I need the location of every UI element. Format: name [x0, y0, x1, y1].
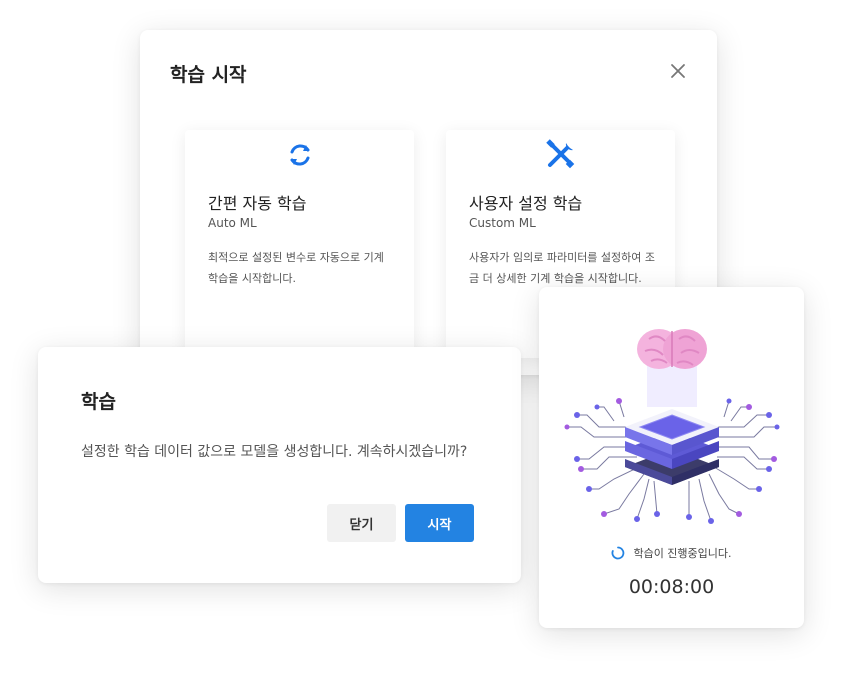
auto-ml-option[interactable]: 간편 자동 학습 Auto ML 최적으로 설정된 변수로 자동으로 기계 학습…	[185, 130, 414, 358]
ai-brain-chip-illustration	[564, 329, 780, 524]
option-subtitle: Auto ML	[208, 216, 257, 230]
training-status: 학습이 진행중입니다.	[539, 545, 804, 561]
option-subtitle: Custom ML	[469, 216, 536, 230]
tools-icon	[545, 139, 574, 169]
option-description: 최적으로 설정된 변수로 자동으로 기계 학습을 시작합니다.	[208, 251, 384, 285]
option-title: 사용자 설정 학습	[469, 194, 583, 213]
close-icon[interactable]	[667, 60, 689, 82]
option-title: 간편 자동 학습	[208, 194, 307, 213]
dialog-title: 학습	[81, 391, 116, 413]
training-progress-card: 학습이 진행중입니다. 00:08:00	[539, 287, 804, 628]
refresh-icon	[290, 144, 309, 166]
elapsed-timer: 00:08:00	[628, 576, 715, 598]
dialog-message: 설정한 학습 데이터 값으로 모델을 생성합니다. 계속하시겠습니까?	[81, 444, 468, 460]
loading-spinner-icon	[611, 546, 625, 560]
dialog-title: 학습 시작	[170, 64, 247, 86]
status-text: 학습이 진행중입니다.	[633, 547, 732, 560]
start-button[interactable]: 시작	[405, 504, 474, 542]
training-confirm-dialog: 학습 설정한 학습 데이터 값으로 모델을 생성합니다. 계속하시겠습니까? 닫…	[38, 347, 521, 583]
close-button[interactable]: 닫기	[327, 504, 396, 542]
option-description: 사용자가 임의로 파라미터를 설정하여 조금 더 상세한 기계 학습을 시작합니…	[469, 251, 656, 285]
